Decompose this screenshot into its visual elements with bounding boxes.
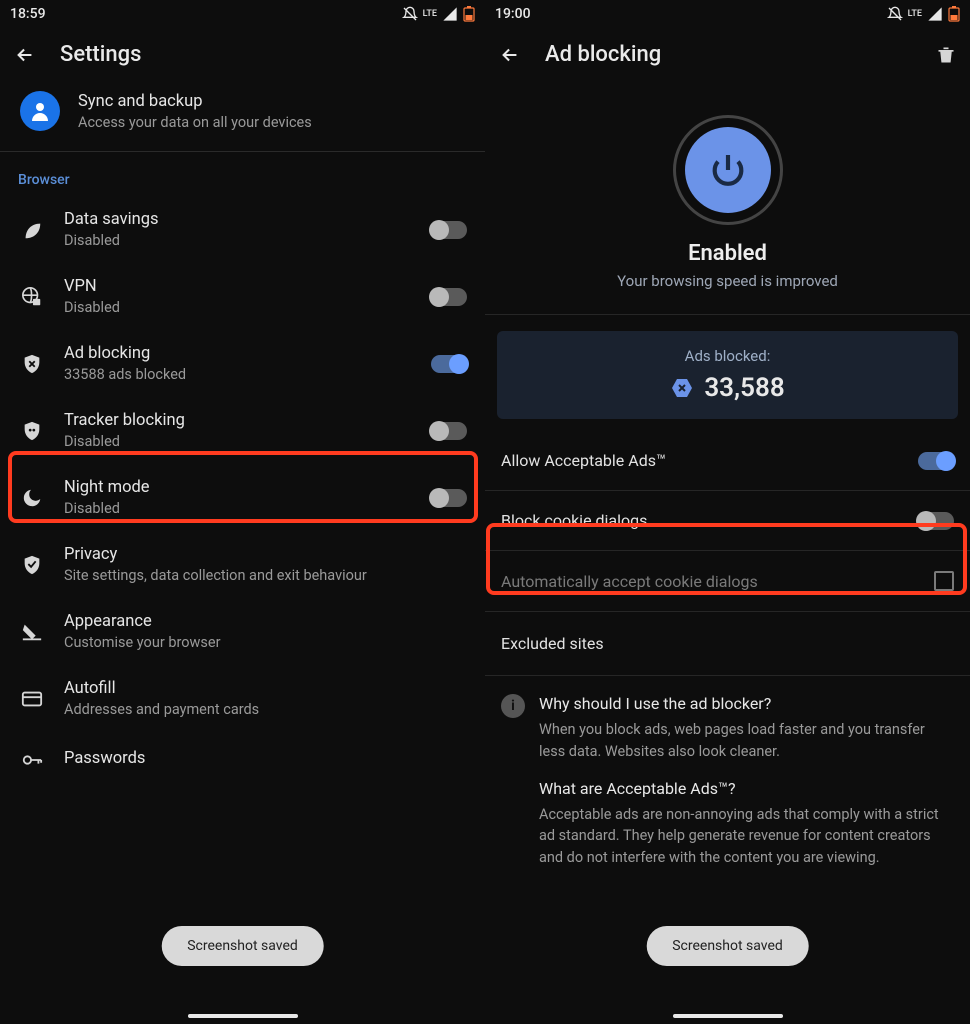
divider	[485, 314, 970, 315]
trash-icon[interactable]	[936, 45, 956, 65]
info-icon: i	[501, 694, 525, 718]
sync-backup-row[interactable]: Sync and backup Access your data on all …	[0, 85, 485, 151]
status-time: 18:59	[10, 6, 46, 22]
vpn-row[interactable]: VPN Disabled	[0, 263, 485, 330]
leaf-icon	[18, 216, 46, 244]
info-question-1: Why should I use the ad blocker?	[539, 694, 954, 713]
status-time: 19:00	[495, 6, 531, 22]
nav-indicator	[673, 1014, 783, 1018]
shield-x-icon	[18, 350, 46, 378]
page-title: Settings	[60, 42, 141, 67]
section-browser: Browser	[0, 152, 485, 196]
page-title: Ad blocking	[545, 42, 661, 67]
power-button[interactable]	[673, 115, 783, 225]
nav-indicator	[188, 1014, 298, 1018]
bell-off-icon	[887, 6, 903, 22]
appearance-row[interactable]: Appearance Customise your browser	[0, 598, 485, 665]
night-toggle[interactable]	[431, 489, 467, 507]
right-screenshot: 19:00 LTE Ad blocking Enabled Your brows…	[485, 0, 970, 1024]
ads-blocked-label: Ads blocked:	[513, 347, 942, 365]
shield-footprint-icon	[18, 417, 46, 445]
block-cookie-toggle[interactable]	[918, 512, 954, 530]
battery-icon	[948, 6, 960, 22]
status-bar: 19:00 LTE	[485, 0, 970, 28]
info-answer-2: Acceptable ads are non-annoying ads that…	[539, 804, 954, 869]
back-arrow-icon[interactable]	[14, 44, 36, 66]
allow-ads-toggle[interactable]	[918, 452, 954, 470]
auto-accept-cookie-row: Automatically accept cookie dialogs	[485, 551, 970, 611]
header: Ad blocking	[485, 28, 970, 85]
enabled-section: Enabled Your browsing speed is improved	[485, 85, 970, 296]
info-row-2: What are Acceptable Ads™? Acceptable ads…	[485, 771, 970, 877]
passwords-row[interactable]: Passwords	[0, 732, 485, 788]
ad-blocking-row[interactable]: Ad blocking 33588 ads blocked	[0, 330, 485, 397]
info-question-2: What are Acceptable Ads™?	[539, 779, 954, 798]
battery-icon	[463, 6, 475, 22]
autofill-row[interactable]: Autofill Addresses and payment cards	[0, 665, 485, 732]
allow-acceptable-ads-row[interactable]: Allow Acceptable Ads™	[485, 431, 970, 490]
sync-text: Sync and backup Access your data on all …	[78, 92, 312, 131]
status-indicators: LTE	[887, 6, 960, 22]
back-arrow-icon[interactable]	[499, 44, 521, 66]
left-screenshot: 18:59 LTE Settings Sync and backup Acces…	[0, 0, 485, 1024]
auto-accept-checkbox	[934, 571, 954, 591]
lte-label: LTE	[423, 10, 437, 18]
info-row-1: i Why should I use the ad blocker? When …	[485, 676, 970, 771]
ads-blocked-count: 33,588	[704, 373, 784, 403]
lte-label: LTE	[908, 10, 922, 18]
moon-icon	[18, 484, 46, 512]
status-indicators: LTE	[402, 6, 475, 22]
ads-blocked-card: Ads blocked: 33,588	[497, 331, 958, 419]
toast: Screenshot saved	[646, 926, 809, 966]
tracker-blocking-row[interactable]: Tracker blocking Disabled	[0, 397, 485, 464]
bell-off-icon	[402, 6, 418, 22]
enabled-title: Enabled	[688, 241, 767, 266]
settings-list[interactable]: Sync and backup Access your data on all …	[0, 85, 485, 1024]
ad-blocking-content[interactable]: Enabled Your browsing speed is improved …	[485, 85, 970, 1024]
shield-check-icon	[18, 551, 46, 579]
hexagon-x-icon	[670, 376, 694, 400]
data-savings-toggle[interactable]	[431, 221, 467, 239]
excluded-sites-row[interactable]: Excluded sites	[485, 612, 970, 675]
globe-lock-icon	[18, 283, 46, 311]
toast: Screenshot saved	[161, 926, 324, 966]
block-cookie-dialogs-row[interactable]: Block cookie dialogs	[485, 491, 970, 550]
header: Settings	[0, 28, 485, 85]
power-icon	[708, 150, 748, 190]
signal-icon	[927, 6, 943, 22]
data-savings-row[interactable]: Data savings Disabled	[0, 196, 485, 263]
enabled-subtitle: Your browsing speed is improved	[617, 272, 838, 290]
signal-icon	[442, 6, 458, 22]
tracker-toggle[interactable]	[431, 422, 467, 440]
night-mode-row[interactable]: Night mode Disabled	[0, 464, 485, 531]
paint-icon	[18, 618, 46, 646]
ad-blocking-toggle[interactable]	[431, 355, 467, 373]
vpn-toggle[interactable]	[431, 288, 467, 306]
privacy-row[interactable]: Privacy Site settings, data collection a…	[0, 531, 485, 598]
card-icon	[18, 685, 46, 713]
status-bar: 18:59 LTE	[0, 0, 485, 28]
avatar-icon	[20, 91, 60, 131]
key-icon	[18, 746, 46, 774]
info-answer-1: When you block ads, web pages load faste…	[539, 719, 954, 763]
